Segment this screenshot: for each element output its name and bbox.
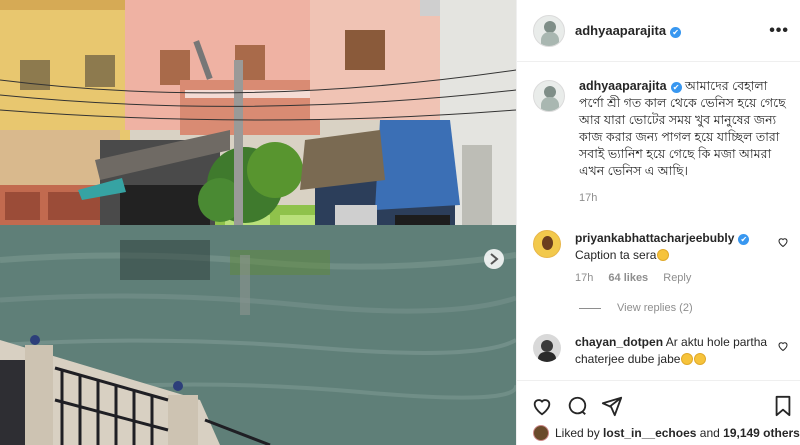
more-options-icon[interactable]: ••• [769, 22, 789, 40]
bookmark-icon[interactable] [773, 395, 793, 417]
comment-username[interactable]: chayan_dotpen [575, 335, 663, 349]
laughing-emoji-icon [694, 353, 707, 365]
comment: priyankabhattacharjeebubly ✔ Caption ta s… [533, 230, 795, 287]
author-username[interactable]: adhyaaparajita ✔ [575, 23, 682, 38]
heart-icon[interactable] [531, 395, 553, 417]
verified-badge-icon: ✔ [670, 82, 682, 93]
comment-icon[interactable] [566, 395, 588, 417]
commenter-avatar[interactable] [533, 230, 561, 258]
comment-reply-button[interactable]: Reply [663, 272, 691, 284]
liker-avatar[interactable] [533, 425, 549, 441]
liked-by-count[interactable]: 19,149 others [723, 426, 800, 440]
verified-badge-icon: ✔ [738, 234, 750, 245]
caption-author[interactable]: adhyaaparajita ✔ [579, 79, 682, 93]
share-icon[interactable] [601, 395, 623, 417]
view-replies-button[interactable]: View replies (2) [579, 302, 693, 314]
verified-badge-icon: ✔ [670, 27, 682, 38]
action-bar: Liked by lost_in__echoes and 19,149 othe… [517, 380, 800, 445]
comment-meta: 17h 64 likes Reply [575, 270, 775, 287]
caption-author-avatar[interactable] [533, 80, 565, 112]
instagram-post: adhyaaparajita ✔ ••• adhyaaparajita ✔ আমাদ… [0, 0, 800, 445]
commenter-avatar[interactable] [533, 334, 561, 362]
comment-like-heart-icon[interactable] [777, 236, 789, 248]
author-avatar[interactable] [533, 14, 565, 47]
liked-by-user[interactable]: lost_in__echoes [603, 426, 696, 440]
post-side-panel: adhyaaparajita ✔ ••• adhyaaparajita ✔ আমাদ… [516, 0, 800, 445]
carousel-next-button[interactable] [484, 249, 504, 269]
laughing-emoji-icon [657, 249, 670, 261]
post-header: adhyaaparajita ✔ ••• [517, 0, 800, 62]
post-photo[interactable] [0, 0, 516, 445]
comment: chayan_dotpen Ar aktu hole partha chater… [533, 334, 795, 368]
caption: adhyaaparajita ✔ আমাদের বেহালা পর্ণো শ্রী… [533, 78, 795, 207]
liked-by: Liked by lost_in__echoes and 19,149 othe… [533, 425, 800, 441]
comment-like-heart-icon[interactable] [777, 340, 789, 352]
laughing-emoji-icon [681, 353, 694, 365]
comment-time: 17h [575, 272, 594, 284]
caption-time: 17h [579, 192, 598, 204]
caption-text: আমাদের বেহালা পর্ণো শ্রী গত কাল থেকে ভেন… [579, 79, 786, 178]
flooded-street-image [0, 0, 516, 445]
comment-likes[interactable]: 64 likes [608, 272, 648, 284]
comment-username[interactable]: priyankabhattacharjeebubly ✔ [575, 231, 750, 245]
comment-text: Caption ta sera [575, 248, 657, 262]
